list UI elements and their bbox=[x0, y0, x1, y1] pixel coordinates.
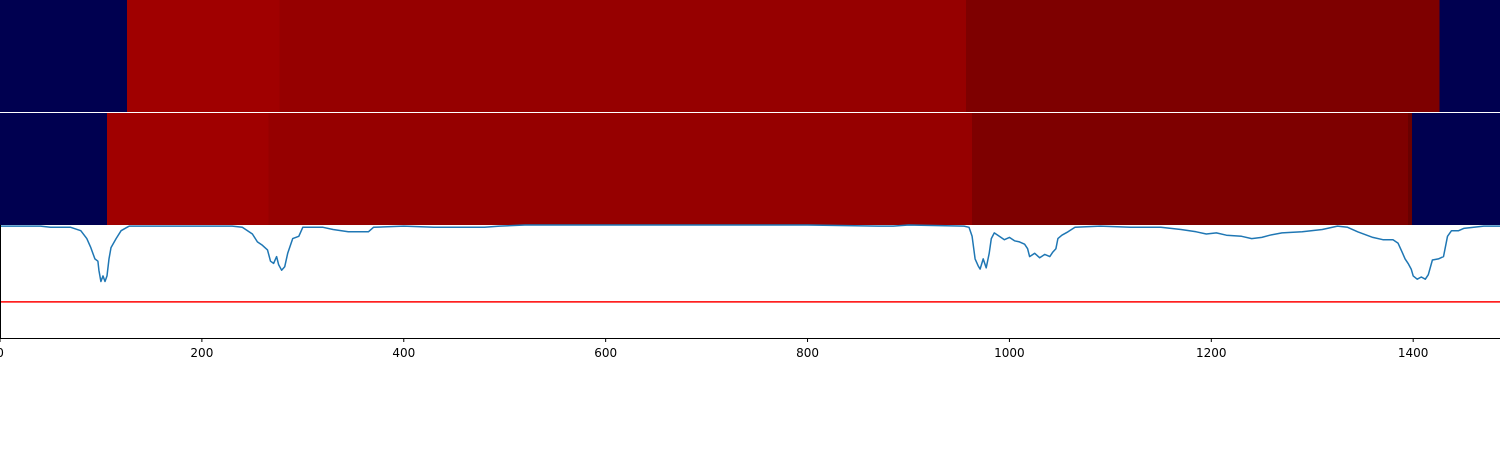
heatmap-middle-segment-1 bbox=[106, 113, 269, 225]
heatmap-top-segment-4 bbox=[1439, 0, 1500, 112]
series-line bbox=[0, 224, 1500, 283]
chart-figure: 0 200 400 600 800 1000 1200 1400 bbox=[0, 0, 1500, 360]
heatmap-top-segment-1 bbox=[127, 0, 280, 112]
strip-separator bbox=[0, 112, 1500, 113]
line-panel bbox=[0, 224, 1500, 339]
x-axis: 0 200 400 600 800 1000 1200 1400 bbox=[0, 338, 1428, 360]
heatmap-middle-segment-0 bbox=[0, 113, 107, 225]
heatmap-strip-middle bbox=[0, 113, 1500, 225]
x-tick-label-600: 600 bbox=[594, 346, 617, 360]
x-tick-label-0: 0 bbox=[0, 346, 4, 360]
x-tick-label-1400: 1400 bbox=[1398, 346, 1429, 360]
x-tick-label-1000: 1000 bbox=[994, 346, 1025, 360]
heatmap-top-segment-2 bbox=[279, 0, 967, 112]
heatmap-middle-segment-4 bbox=[1408, 113, 1413, 225]
x-tick-label-400: 400 bbox=[392, 346, 415, 360]
heatmap-middle-segment-2 bbox=[268, 113, 973, 225]
x-tick-label-800: 800 bbox=[796, 346, 819, 360]
x-tick-label-200: 200 bbox=[190, 346, 213, 360]
x-tick-label-1200: 1200 bbox=[1196, 346, 1227, 360]
heatmap-middle-segment-5 bbox=[1412, 113, 1500, 225]
heatmap-top-segment-0 bbox=[0, 0, 128, 112]
heatmap-strip-top bbox=[0, 0, 1500, 113]
heatmap-middle-segment-3 bbox=[972, 113, 1409, 225]
heatmap-top-segment-3 bbox=[966, 0, 1440, 112]
